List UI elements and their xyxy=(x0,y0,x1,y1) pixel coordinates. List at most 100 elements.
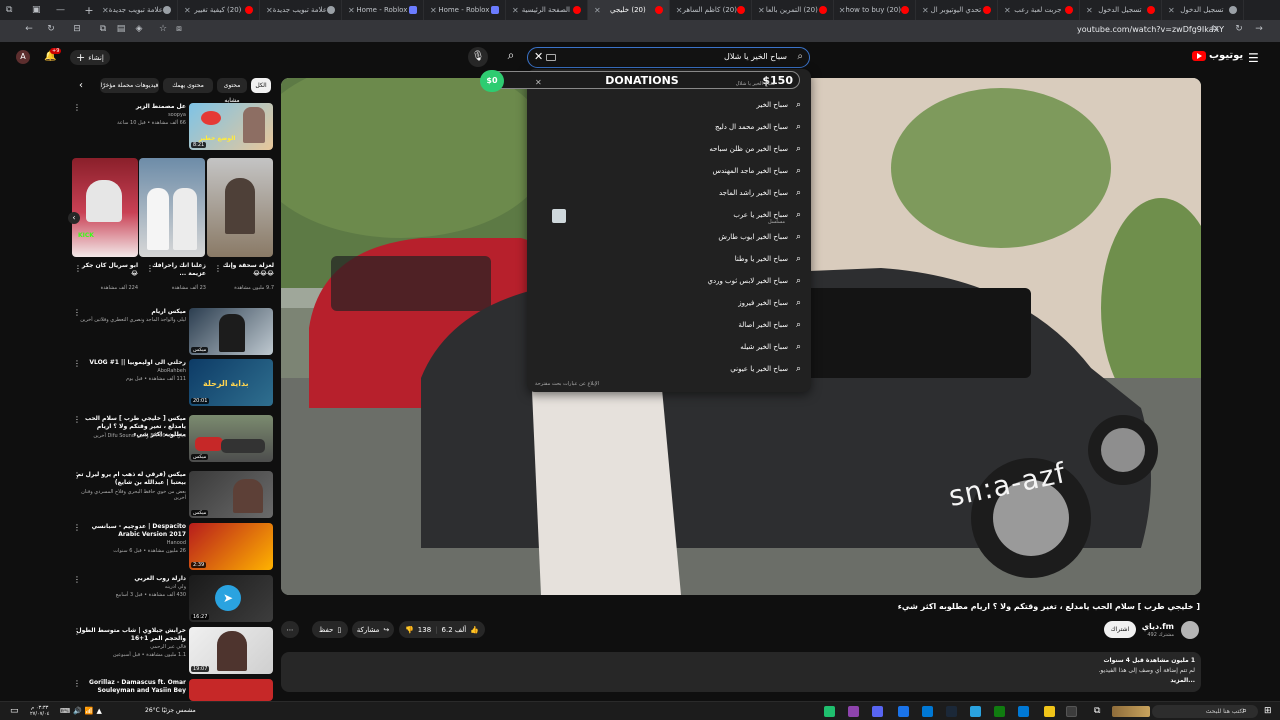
menu-icon[interactable]: ☰ xyxy=(1248,51,1259,65)
more-actions-button[interactable]: ⋯ xyxy=(281,621,299,638)
video-title[interactable]: Despacito | عدوجيم - سبانسي Arabic Versi… xyxy=(76,523,186,539)
list-item[interactable]: ➤ 16:27 دارلة روب العربي ولي ادرينه 430 … xyxy=(70,575,275,623)
browser-menu-icon[interactable]: ⧉ xyxy=(6,0,12,20)
tab-search-icon[interactable]: ⊟ xyxy=(70,24,84,38)
more-options-icon[interactable]: ⋮ xyxy=(73,359,81,368)
suggestion-item[interactable]: ⌕ سباح الخير فيروز xyxy=(738,298,801,308)
browser-tab[interactable]: Home - Roblox ✕ xyxy=(424,0,506,20)
tab-close-icon[interactable]: ✕ xyxy=(1086,6,1093,15)
extension-icon-3[interactable]: ◈ xyxy=(132,24,146,38)
suggestion-item[interactable]: ⌕ سباح الخير يا عيوني xyxy=(730,364,801,374)
more-options-icon[interactable]: ⋮ xyxy=(73,627,81,636)
shorts-prev-arrow-icon[interactable]: ‹ xyxy=(68,212,80,224)
file-explorer-icon[interactable] xyxy=(1044,706,1055,717)
search-box[interactable]: ✕ سباح الخير يا شلال ⌕ xyxy=(527,47,810,68)
search-highlight-image[interactable] xyxy=(1112,706,1150,717)
more-options-icon[interactable]: ⋮ xyxy=(73,679,81,688)
list-item[interactable]: الوضع خطير 8:21 عل مصمتط الزير soopya 66… xyxy=(70,103,275,151)
system-tray[interactable]: ⌨🔊📶▲ xyxy=(60,707,105,715)
close-suggestion-icon[interactable]: ✕ xyxy=(535,78,542,87)
back-icon[interactable]: ← xyxy=(22,24,36,38)
tab-close-icon[interactable]: ✕ xyxy=(1004,6,1011,15)
tab-list-icon[interactable]: ⇆ xyxy=(1208,24,1222,38)
video-thumbnail[interactable]: 2:39 xyxy=(189,523,273,570)
short-thumbnail[interactable] xyxy=(139,158,205,257)
video-thumbnail[interactable]: ميكس xyxy=(189,471,273,518)
show-more-link[interactable]: ...المزيد xyxy=(1170,677,1195,684)
video-title[interactable]: رحلتي الى اوليموبيا || VLOG #1 xyxy=(76,359,186,367)
suggestion-thumbnail[interactable] xyxy=(552,209,566,223)
like-icon[interactable]: 👍 xyxy=(470,626,479,634)
notifications-bell-icon[interactable]: 🔔 +9 xyxy=(44,48,62,62)
chip-similar[interactable]: محتوى مشابه xyxy=(217,78,247,104)
xbox-icon[interactable] xyxy=(994,706,1005,717)
tab-close-icon[interactable]: ✕ xyxy=(266,6,273,15)
share-button[interactable]: مشاركة ↪ xyxy=(352,621,394,638)
browser-tab[interactable]: Home - Roblox ✕ xyxy=(342,0,424,20)
suggestion-item[interactable]: ⌕ سباح الخير xyxy=(757,100,801,110)
browser-tab[interactable]: (20) التمرين بالعا ✕ xyxy=(752,0,834,20)
channel-name[interactable]: AboRahbeh xyxy=(76,368,186,374)
forward-icon[interactable]: ↻ xyxy=(44,24,58,38)
store-icon[interactable] xyxy=(1018,706,1029,717)
create-button[interactable]: إنشاء + xyxy=(70,50,110,65)
chip-recent[interactable]: فيديوهات محملة مؤخرًا xyxy=(100,78,159,93)
browser-tab[interactable]: (20) how to buy ✕ xyxy=(834,0,916,20)
clear-search-icon[interactable]: ✕ xyxy=(534,50,543,63)
suggestion-item[interactable]: ⌕ سباح الخير اصالة xyxy=(738,320,801,330)
list-item[interactable]: ميكس ميكس اريام ليلى والواجد الماجد ونصر… xyxy=(70,308,275,356)
share-page-icon[interactable]: ⧈ xyxy=(172,24,186,38)
more-options-icon[interactable]: ⋮ xyxy=(73,575,81,584)
list-item[interactable]: Gorillaz - Damascus ft. Omar Souleyman a… xyxy=(70,679,275,701)
chip-for-you[interactable]: محتوى يهمك xyxy=(163,78,213,93)
search-button[interactable]: ⌕ xyxy=(500,48,522,68)
tab-close-icon[interactable]: ✕ xyxy=(922,6,929,15)
more-options-icon[interactable]: ⋮ xyxy=(73,308,81,317)
list-item[interactable]: بداية الرحلة 20:01 رحلتي الى اوليموبيا |… xyxy=(70,359,275,407)
channel-name[interactable]: soopya xyxy=(76,112,186,118)
video-title[interactable]: Gorillaz - Damascus ft. Omar Souleyman a… xyxy=(76,679,186,695)
video-thumbnail[interactable]: ميكس xyxy=(189,308,273,355)
suggestion-item[interactable]: ⌕ سباح الخير شيله xyxy=(740,342,801,352)
more-options-icon[interactable]: ⋮ xyxy=(73,471,81,480)
browser-tab[interactable]: (20) كاظم الساهر ✕ xyxy=(670,0,752,20)
more-options-icon[interactable]: ⋮ xyxy=(74,264,82,273)
short-thumbnail[interactable]: KICK xyxy=(72,158,138,257)
forward-arrow-icon[interactable]: → xyxy=(1252,24,1266,38)
edge-icon[interactable] xyxy=(922,706,933,717)
video-title[interactable]: عل مصمتط الزير xyxy=(76,103,186,111)
suggestion-item[interactable]: ⌕ سباح الخير محمد ال دليج xyxy=(715,122,801,132)
more-options-icon[interactable]: ⋮ xyxy=(73,523,81,532)
video-thumbnail[interactable]: الوضع خطير 8:21 xyxy=(189,103,273,150)
clock[interactable]: ٠٣:٣٣ م ٢٧/٠٧/٠٤ xyxy=(30,705,49,717)
suggestion-item[interactable]: ⌕ سباح الخير من ظلن سباحه xyxy=(709,144,801,154)
tab-close-icon[interactable]: ✕ xyxy=(184,6,191,15)
reload-icon[interactable]: ↻ xyxy=(1232,24,1246,38)
short-title[interactable]: لعزلة سحقة وإنك 😂😂😂 xyxy=(216,262,274,278)
browser-tab[interactable]: (20) كيفية تغيير ✕ xyxy=(178,0,260,20)
notification-center-icon[interactable]: ▭ xyxy=(10,706,21,717)
description-box[interactable]: 1 مليون مشاهدة قبل 4 سنوات لم تتم إضافة … xyxy=(281,652,1201,692)
tab-close-icon[interactable]: ✕ xyxy=(758,6,765,15)
browser-tab[interactable]: (20) خليجي ✕ xyxy=(588,0,670,20)
channel-name[interactable]: Hanood xyxy=(76,540,186,546)
suggestion-item[interactable]: ⌕ سباح الخير ماجد المهندس xyxy=(713,166,802,176)
tab-close-icon[interactable]: ✕ xyxy=(430,6,437,15)
browser-tab[interactable]: الصفحة الرئيسية ✕ xyxy=(506,0,588,20)
voice-search-mic-icon[interactable]: 🎙 xyxy=(468,47,488,67)
tab-close-icon[interactable]: ✕ xyxy=(512,6,519,15)
search-input[interactable]: سباح الخير يا شلال xyxy=(724,52,787,61)
tab-close-icon[interactable]: ✕ xyxy=(594,6,601,15)
telegram-icon[interactable] xyxy=(970,706,981,717)
app-icon[interactable] xyxy=(848,706,859,717)
tab-close-icon[interactable]: ✕ xyxy=(839,6,846,15)
report-suggestions-link[interactable]: الإبلاغ عن عبارات بحث مقترحة xyxy=(535,381,599,387)
keyboard-icon[interactable] xyxy=(546,54,556,61)
list-item[interactable]: ميكس ميكس (فرقي له ذهب ام يرو ليرل تم بي… xyxy=(70,471,275,519)
more-options-icon[interactable]: ⋮ xyxy=(73,103,81,112)
chrome-icon[interactable] xyxy=(1066,706,1077,717)
save-button[interactable]: حفظ ▯ xyxy=(312,621,348,638)
tab-close-icon[interactable]: ✕ xyxy=(1168,6,1175,15)
browser-tab[interactable]: تسجيل الدخول ✕ xyxy=(1162,0,1244,20)
minimize-icon[interactable]: ▣ xyxy=(32,0,41,20)
